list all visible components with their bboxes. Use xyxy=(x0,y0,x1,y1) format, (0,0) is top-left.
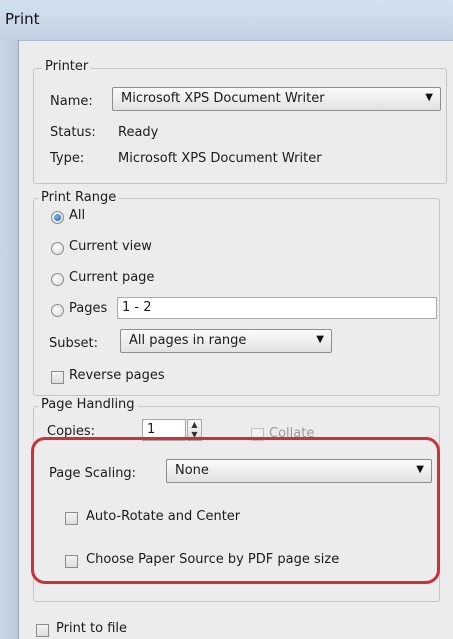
copies-value: 1 xyxy=(147,422,156,437)
radio-current-page[interactable] xyxy=(51,273,64,286)
pages-input-value: 1 - 2 xyxy=(122,300,152,315)
radio-current-view[interactable] xyxy=(51,242,64,255)
page-scaling-label: Page Scaling: xyxy=(49,466,137,481)
paper-source-checkbox[interactable] xyxy=(65,555,78,568)
page-handling-legend: Page Handling xyxy=(38,397,138,412)
page-scaling-dropdown[interactable]: None ▼ xyxy=(166,459,432,483)
pages-input[interactable]: 1 - 2 xyxy=(117,297,437,319)
radio-pages[interactable] xyxy=(51,304,64,317)
radio-all[interactable] xyxy=(51,211,64,224)
printer-name-label: Name: xyxy=(50,94,93,109)
printer-status-value: Ready xyxy=(118,125,159,140)
window-title: Print xyxy=(5,10,40,28)
radio-current-view-label[interactable]: Current view xyxy=(69,239,152,254)
print-to-file-checkbox[interactable] xyxy=(36,624,49,637)
printer-type-label: Type: xyxy=(50,151,85,166)
radio-all-label[interactable]: All xyxy=(69,208,85,223)
radio-pages-label[interactable]: Pages xyxy=(69,301,107,316)
reverse-pages-checkbox[interactable] xyxy=(51,371,64,384)
printer-type-value: Microsoft XPS Document Writer xyxy=(118,151,322,166)
chevron-down-icon: ▼ xyxy=(316,334,324,345)
paper-source-label[interactable]: Choose Paper Source by PDF page size xyxy=(86,552,339,567)
chevron-down-icon: ▼ xyxy=(416,464,424,475)
auto-rotate-checkbox[interactable] xyxy=(65,512,78,525)
radio-current-page-label[interactable]: Current page xyxy=(69,270,154,285)
printer-status-label: Status: xyxy=(50,125,96,140)
page-scaling-value: None xyxy=(175,463,209,478)
auto-rotate-label[interactable]: Auto-Rotate and Center xyxy=(86,509,240,524)
reverse-pages-label[interactable]: Reverse pages xyxy=(69,368,165,383)
window-frame xyxy=(0,40,19,639)
title-bar: Print xyxy=(0,0,453,41)
printer-legend: Printer xyxy=(42,59,92,74)
subset-label: Subset: xyxy=(49,336,98,351)
printer-name-dropdown[interactable]: Microsoft XPS Document Writer ▼ xyxy=(112,87,441,111)
subset-dropdown[interactable]: All pages in range ▼ xyxy=(120,329,332,353)
subset-value: All pages in range xyxy=(129,333,247,348)
print-range-legend: Print Range xyxy=(38,190,120,205)
print-to-file-label[interactable]: Print to file xyxy=(56,621,127,636)
chevron-down-icon: ▼ xyxy=(425,92,433,103)
printer-name-value: Microsoft XPS Document Writer xyxy=(121,91,325,106)
